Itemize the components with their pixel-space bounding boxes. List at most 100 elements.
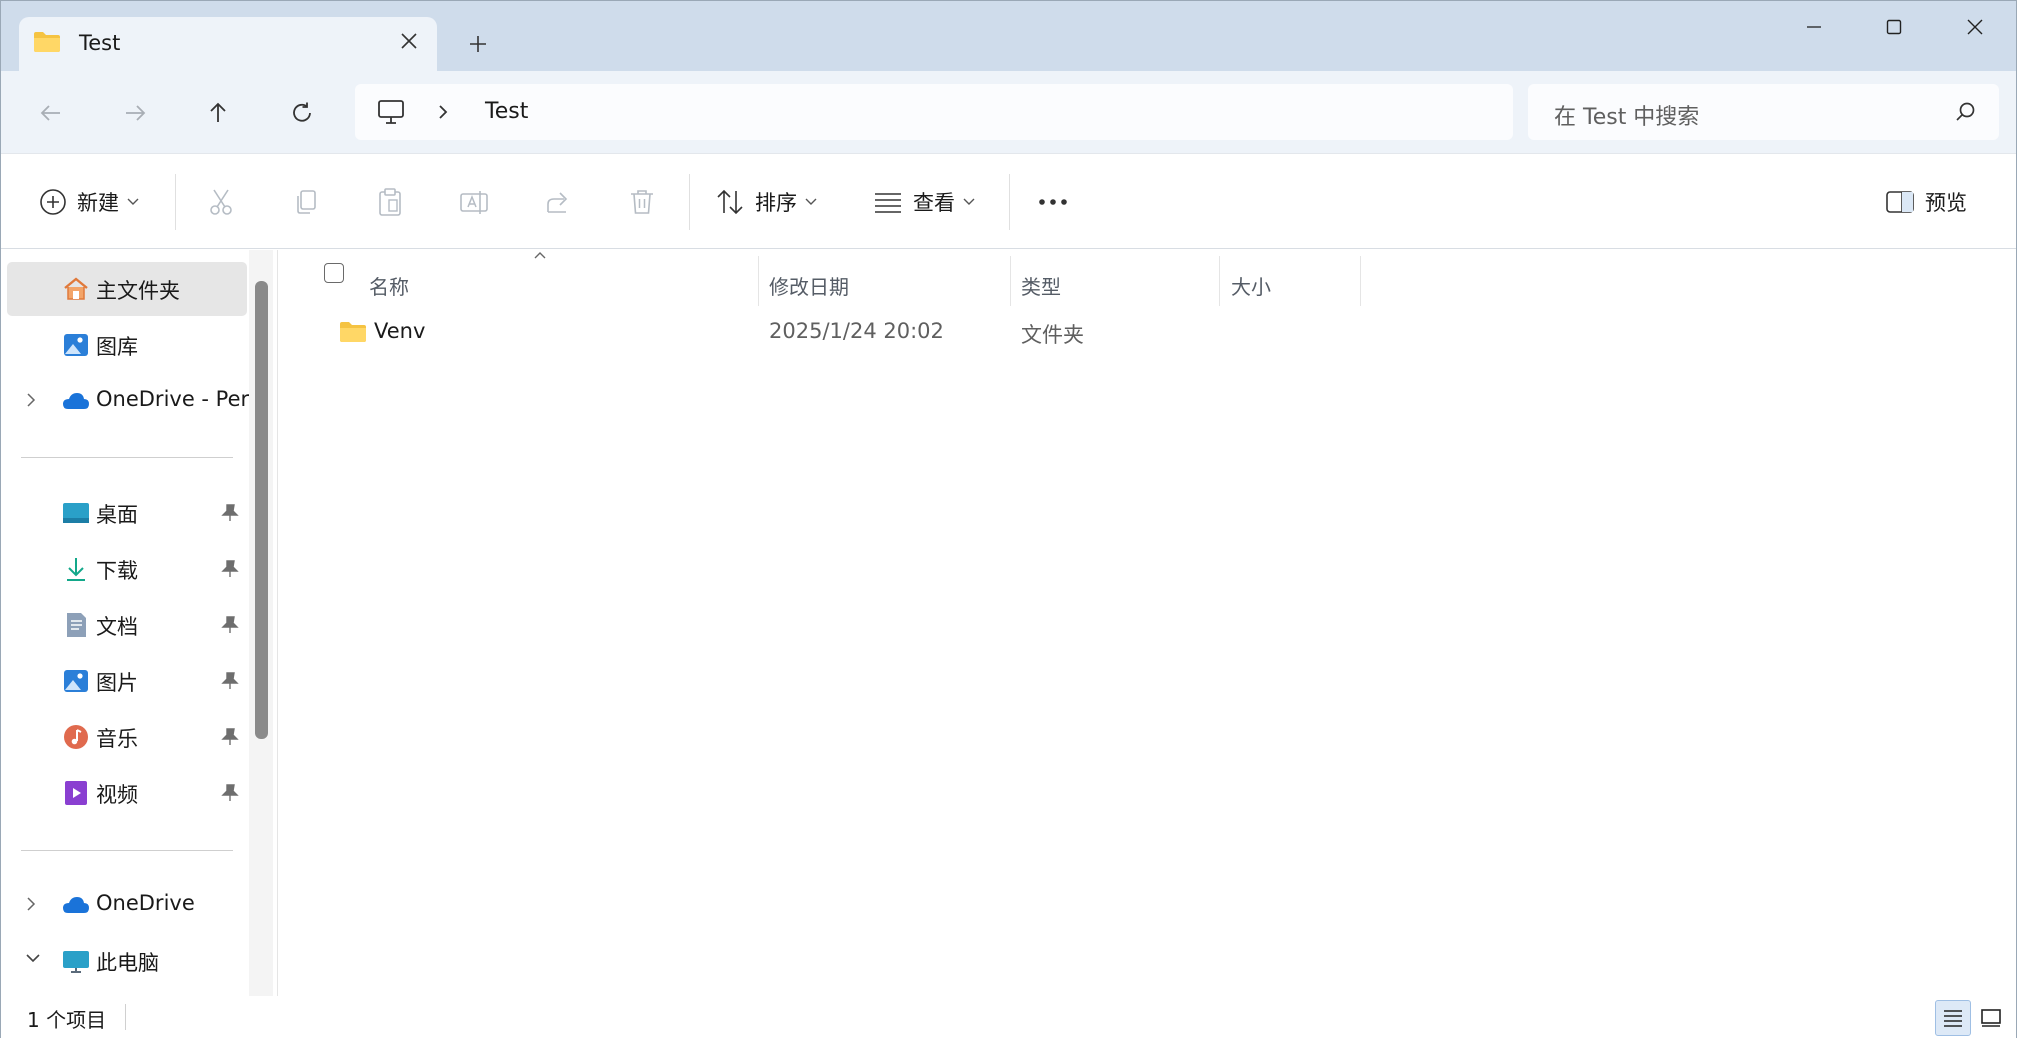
- sidebar-item-label: 文档: [96, 615, 138, 639]
- sidebar-item-downloads[interactable]: 下载: [7, 542, 247, 596]
- search-box[interactable]: 在 Test 中搜索: [1528, 84, 1999, 140]
- minimize-icon: [1807, 26, 1821, 28]
- pin-icon[interactable]: [221, 503, 239, 523]
- share-icon: [547, 192, 568, 213]
- address-bar[interactable]: Test: [355, 84, 1513, 140]
- status-bar: 1 个项目: [1, 996, 2016, 1038]
- sort-button[interactable]: 排序: [715, 180, 817, 224]
- documents-icon: [67, 613, 86, 637]
- toolbar-divider: [689, 174, 690, 230]
- cut-button[interactable]: [199, 180, 243, 224]
- rename-button[interactable]: [452, 180, 496, 224]
- pin-icon[interactable]: [221, 559, 239, 579]
- view-list-icon: [875, 193, 901, 213]
- column-header-name[interactable]: 名称: [369, 262, 669, 308]
- pin-icon[interactable]: [221, 615, 239, 635]
- column-header-label: 名称: [369, 274, 409, 299]
- refresh-button[interactable]: [282, 93, 322, 133]
- item-count: 1 个项目: [27, 1008, 107, 1032]
- new-tab-button[interactable]: [461, 27, 495, 61]
- column-header-modified[interactable]: 修改日期: [769, 262, 1009, 308]
- sidebar-item-desktop[interactable]: 桌面: [7, 486, 247, 540]
- desktop-icon: [63, 503, 89, 523]
- pane-divider[interactable]: [277, 250, 278, 996]
- this-pc-icon: [378, 100, 404, 124]
- up-button[interactable]: [198, 93, 238, 133]
- preview-pane-button[interactable]: 预览: [1885, 180, 1967, 224]
- delete-button[interactable]: [620, 180, 664, 224]
- gallery-icon: [64, 334, 88, 356]
- sidebar-item-gallery[interactable]: 图库: [7, 318, 247, 372]
- tiles-view-icon: [1981, 1009, 2001, 1027]
- file-modified: 2025/1/24 20:02: [769, 319, 944, 343]
- preview-pane-icon: [1886, 191, 1914, 213]
- navigation-bar: Test 在 Test 中搜索: [1, 71, 2016, 153]
- sidebar-item-documents[interactable]: 文档: [7, 598, 247, 652]
- title-bar: Test: [1, 1, 2016, 71]
- tiles-view-button[interactable]: [1973, 1000, 2009, 1036]
- add-circle-icon: [40, 189, 66, 215]
- column-divider[interactable]: [758, 256, 759, 306]
- minimize-button[interactable]: [1773, 1, 1855, 53]
- column-header-size[interactable]: 大小: [1231, 262, 1351, 308]
- cut-icon: [210, 189, 232, 215]
- column-divider[interactable]: [1360, 256, 1361, 306]
- chevron-down-icon[interactable]: [25, 951, 41, 965]
- more-options-button[interactable]: [1031, 180, 1075, 224]
- chevron-down-icon: [963, 198, 975, 205]
- arrow-right-icon: [126, 105, 146, 121]
- view-button[interactable]: 查看: [873, 180, 975, 224]
- back-button[interactable]: [31, 93, 71, 133]
- paste-button[interactable]: [368, 180, 412, 224]
- tab-test[interactable]: Test: [19, 17, 437, 71]
- file-name: Venv: [374, 319, 426, 343]
- select-all-checkbox[interactable]: [324, 263, 344, 283]
- sidebar-item-videos[interactable]: 视频: [7, 766, 247, 820]
- pictures-icon: [64, 670, 88, 692]
- download-icon: [67, 558, 85, 581]
- command-bar: 新建 排序 查看 预览: [1, 153, 2016, 249]
- sidebar-item-label: 桌面: [96, 503, 138, 527]
- breadcrumb-test[interactable]: Test: [485, 99, 528, 124]
- pin-icon[interactable]: [221, 671, 239, 691]
- sidebar-item-pictures[interactable]: 图片: [7, 654, 247, 708]
- home-icon: [64, 277, 88, 300]
- sort-icon: [717, 189, 743, 215]
- close-window-button[interactable]: [1934, 1, 2016, 53]
- share-button[interactable]: [536, 180, 580, 224]
- sidebar-item-home[interactable]: 主文件夹: [7, 262, 247, 316]
- tab-title: Test: [79, 31, 121, 55]
- maximize-icon: [1886, 19, 1902, 35]
- this-pc-icon: [63, 951, 89, 973]
- sidebar-item-label: 下载: [96, 559, 138, 583]
- column-header-label: 类型: [1021, 274, 1061, 299]
- sidebar-item-this-pc[interactable]: 此电脑: [7, 934, 247, 988]
- column-header-type[interactable]: 类型: [1021, 262, 1211, 308]
- sidebar-item-onedrive[interactable]: OneDrive: [7, 878, 247, 932]
- status-divider: [125, 1004, 126, 1030]
- tab-close-button[interactable]: [393, 25, 425, 57]
- toolbar-divider: [175, 174, 176, 230]
- pin-icon[interactable]: [221, 783, 239, 803]
- chevron-right-icon[interactable]: [25, 895, 37, 913]
- plus-icon: [470, 36, 486, 52]
- maximize-button[interactable]: [1853, 1, 1935, 53]
- forward-button[interactable]: [115, 93, 155, 133]
- table-row[interactable]: Venv 2025/1/24 20:02 文件夹: [279, 310, 2016, 354]
- sidebar-item-music[interactable]: 音乐: [7, 710, 247, 764]
- chevron-right-icon[interactable]: [25, 391, 37, 409]
- column-divider[interactable]: [1010, 256, 1011, 306]
- pin-icon[interactable]: [221, 727, 239, 747]
- details-view-button[interactable]: [1935, 1000, 1971, 1036]
- column-header-label: 修改日期: [769, 274, 849, 299]
- column-divider[interactable]: [1219, 256, 1220, 306]
- sidebar-scrollbar-thumb[interactable]: [255, 281, 268, 739]
- chevron-down-icon: [127, 198, 139, 205]
- copy-button[interactable]: [284, 180, 328, 224]
- sidebar-item-onedrive-personal[interactable]: OneDrive - Per: [7, 374, 249, 428]
- new-label: 新建: [77, 191, 119, 215]
- arrow-up-icon: [210, 102, 226, 122]
- toolbar-divider: [1009, 174, 1010, 230]
- new-button[interactable]: 新建: [39, 180, 139, 224]
- chevron-right-icon[interactable]: [435, 103, 451, 121]
